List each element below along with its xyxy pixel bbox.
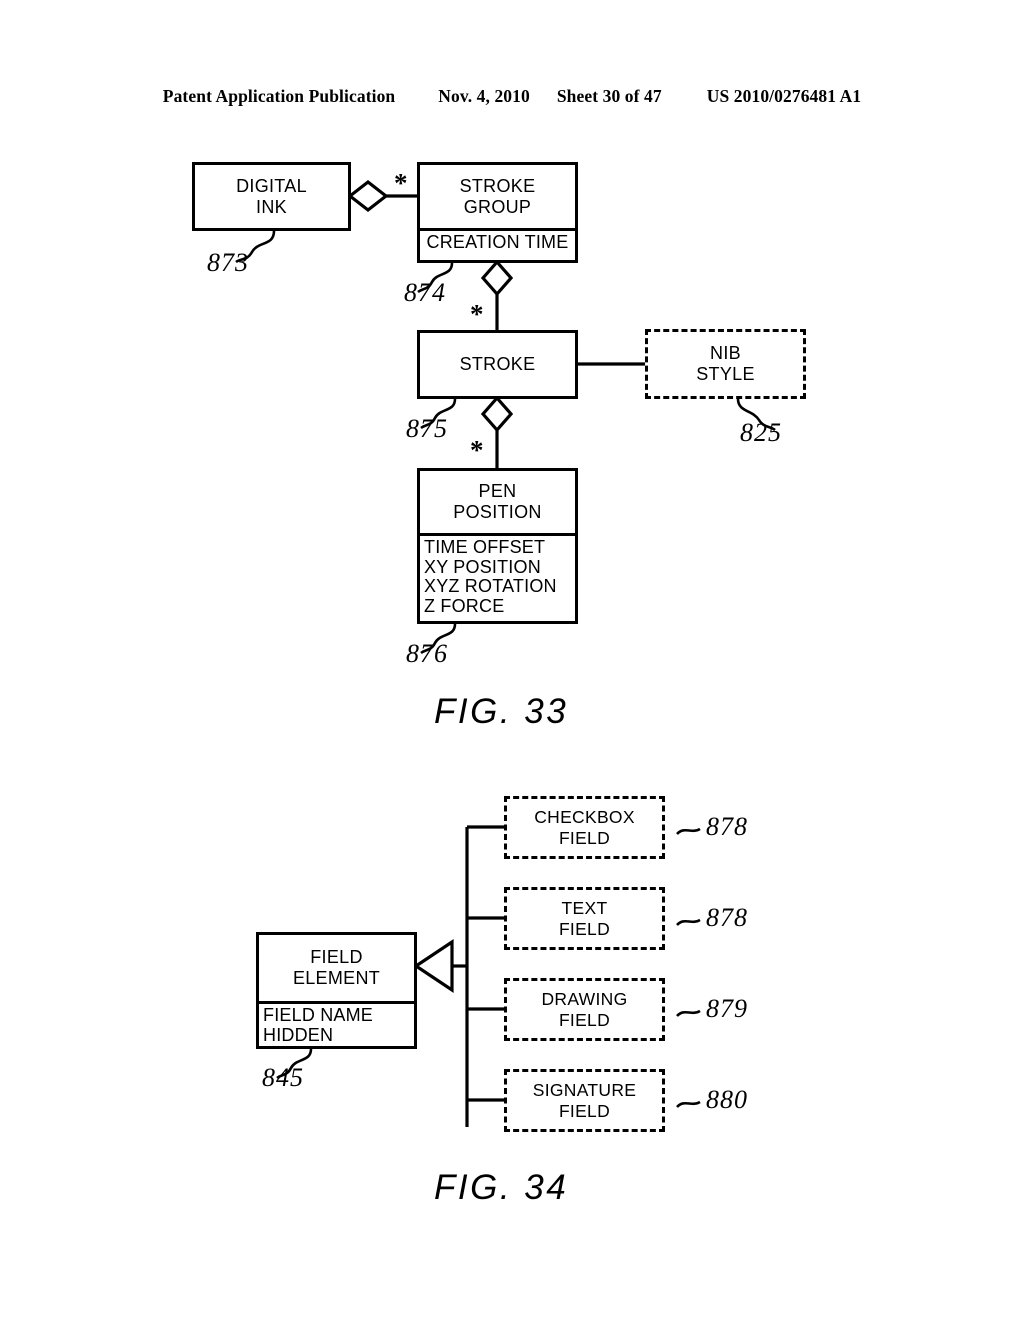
assoc-stroke-penposition bbox=[480, 395, 514, 468]
node-checkbox-field[interactable]: CHECKBOX FIELD bbox=[504, 796, 665, 859]
figure-caption-34: FIG. 34 bbox=[434, 1168, 569, 1207]
node-stroke-group-attrs: CREATION TIME bbox=[420, 228, 575, 255]
node-digital-ink-title: DIGITAL INK bbox=[236, 175, 307, 217]
node-stroke-title: STROKE bbox=[459, 354, 536, 374]
node-text-field[interactable]: TEXT FIELD bbox=[504, 887, 665, 950]
leader-880 bbox=[676, 1100, 701, 1108]
generalization-tree bbox=[413, 825, 504, 1127]
refnum-880: 880 bbox=[706, 1085, 748, 1114]
node-nib-style[interactable]: NIB STYLE bbox=[645, 329, 806, 399]
node-stroke-group-title: STROKE GROUP bbox=[459, 175, 536, 217]
assoc-strokegroup-stroke bbox=[480, 259, 514, 330]
node-field-element-attrs: FIELD NAME HIDDEN bbox=[259, 1001, 414, 1047]
multiplicity-pen-position: * bbox=[470, 435, 484, 465]
node-signature-field-title: SIGNATURE FIELD bbox=[532, 1079, 637, 1121]
node-nib-style-title: NIB STYLE bbox=[696, 343, 755, 384]
leader-878 bbox=[676, 918, 701, 926]
refnum-874: 874 bbox=[404, 278, 446, 307]
node-stroke-group[interactable]: STROKE GROUP CREATION TIME bbox=[417, 162, 578, 263]
leader-877 bbox=[676, 827, 701, 835]
refnum-879: 879 bbox=[706, 994, 748, 1023]
aggregation-diamond-stroke bbox=[480, 395, 514, 433]
header-date: Nov. 4, 2010 bbox=[438, 86, 530, 106]
leader-879 bbox=[676, 1009, 701, 1017]
node-pen-position[interactable]: PEN POSITION TIME OFFSET XY POSITION XYZ… bbox=[417, 468, 578, 624]
page-header: Patent Application Publication Nov. 4, 2… bbox=[0, 86, 1024, 107]
node-drawing-field-title: DRAWING FIELD bbox=[541, 988, 628, 1030]
patent-drawing-page: Patent Application Publication Nov. 4, 2… bbox=[0, 0, 1024, 1320]
node-field-element-title: FIELD ELEMENT bbox=[292, 947, 381, 988]
generalization-triangle bbox=[413, 939, 454, 993]
header-publication: Patent Application Publication bbox=[162, 86, 396, 106]
aggregation-diamond-strokegroup bbox=[480, 259, 514, 297]
refnum-875: 875 bbox=[406, 414, 448, 443]
node-text-field-title: TEXT FIELD bbox=[558, 897, 611, 939]
node-field-element[interactable]: FIELD ELEMENT FIELD NAME HIDDEN bbox=[256, 932, 417, 1049]
refnum-845: 845 bbox=[262, 1063, 304, 1092]
node-drawing-field[interactable]: DRAWING FIELD bbox=[504, 978, 665, 1041]
multiplicity-stroke-group: * bbox=[394, 168, 408, 198]
figure-caption-33: FIG. 33 bbox=[434, 692, 569, 731]
header-sheet: Sheet 30 of 47 bbox=[556, 86, 662, 106]
node-checkbox-field-title: CHECKBOX FIELD bbox=[534, 806, 635, 848]
multiplicity-stroke: * bbox=[470, 299, 484, 329]
refnum-876: 876 bbox=[406, 639, 448, 668]
refnum-825: 825 bbox=[740, 418, 782, 447]
refnum-873: 873 bbox=[207, 248, 249, 277]
node-pen-position-title: PEN POSITION bbox=[453, 481, 542, 522]
header-document-number: US 2010/0276481 A1 bbox=[706, 86, 862, 106]
aggregation-diamond-digitalink bbox=[347, 179, 389, 213]
refnum-877: 878 bbox=[706, 812, 748, 841]
node-digital-ink[interactable]: DIGITAL INK bbox=[192, 162, 351, 231]
node-pen-position-attrs: TIME OFFSET XY POSITION XYZ ROTATION Z F… bbox=[420, 533, 575, 618]
node-signature-field[interactable]: SIGNATURE FIELD bbox=[504, 1069, 665, 1132]
node-stroke[interactable]: STROKE bbox=[417, 330, 578, 399]
refnum-878: 878 bbox=[706, 903, 748, 932]
